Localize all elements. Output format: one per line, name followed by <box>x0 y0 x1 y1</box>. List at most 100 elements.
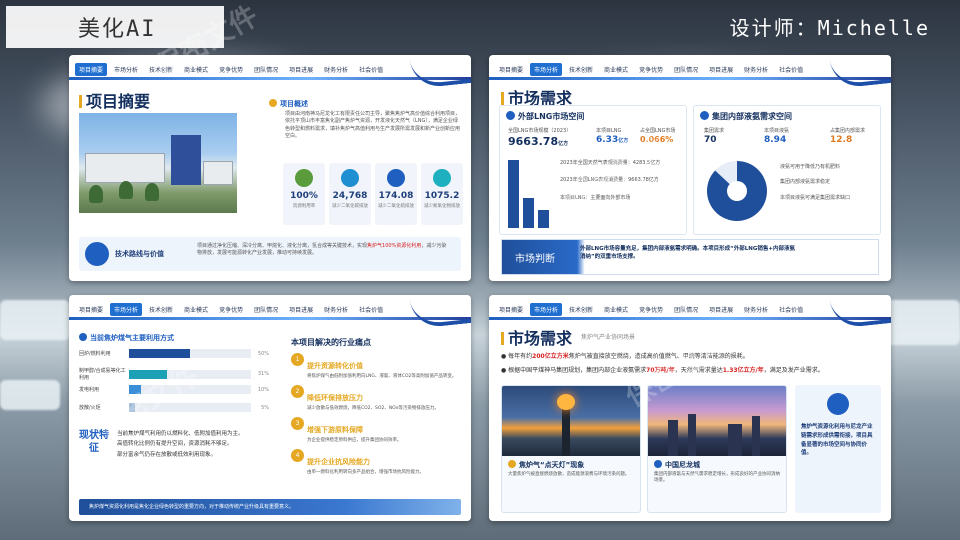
stat-label: 减少二氧化碳排放 <box>332 204 368 209</box>
kpi-label: 占全国LNG市场 <box>640 128 676 134</box>
usage-bar-pct: 31% <box>257 371 269 377</box>
nav-tab[interactable]: 项目进展 <box>705 303 737 316</box>
nav-tab[interactable]: 社会价值 <box>775 303 807 316</box>
nylon-city-photo <box>648 386 786 456</box>
point-text: 每年有约 <box>508 353 533 360</box>
nav-tab[interactable]: 财务分析 <box>740 63 772 76</box>
slide-project-summary[interactable]: 项目摘要 市场分析 技术创新 商业模式 竞争优势 团队情况 项目进展 财务分析 … <box>69 55 471 281</box>
nav-tab[interactable]: 团队情况 <box>250 63 282 76</box>
overview-dot-icon <box>269 99 277 107</box>
nav-tab[interactable]: 社会价值 <box>355 303 387 316</box>
ammonia-notes: 液氨可用于降低乃有机肥料 集团内部液氨需求稳定 本项目液氨可满足集团需求缺口 <box>780 164 876 202</box>
nav-stripe <box>489 317 891 320</box>
iceberg <box>0 300 70 340</box>
lng-kpi-1: 全国LNG市场规模（2023） 9663.78亿方 <box>508 128 571 148</box>
status-point: 高值转化比例仍有提升空间，资源消耗不够足。 <box>117 441 233 448</box>
usage-bar-pct: 5% <box>261 404 269 411</box>
nav-tab-market[interactable]: 市场分析 <box>530 62 563 76</box>
kpi-label: 集团需求 <box>704 128 725 134</box>
flare-stack <box>562 406 570 456</box>
nav-tab[interactable]: 项目摘要 <box>495 303 527 316</box>
lng-card-title-text: 外部LNG市场空间 <box>518 112 585 121</box>
flask-icon <box>700 111 709 120</box>
stat-value: 100% <box>290 191 318 201</box>
kpi-label: 全国LNG市场规模（2023） <box>508 128 572 134</box>
status-point: 部分富余气仍存在放散或低效利用现象。 <box>117 451 217 458</box>
nav-tab[interactable]: 市场分析 <box>110 63 142 76</box>
nav-tab[interactable]: 竞争优势 <box>215 303 247 316</box>
usage-bar-label: 回炉/燃料利用 <box>79 351 111 357</box>
usage-bar-fill <box>129 369 167 379</box>
nav-tab[interactable]: 项目进展 <box>285 303 317 316</box>
corner-decoration <box>409 295 471 330</box>
ammonia-card-title-text: 集团内部液氨需求空间 <box>712 112 792 121</box>
nav-tab[interactable]: 技术创新 <box>565 63 597 76</box>
nav-tab-market[interactable]: 市场分析 <box>530 302 563 316</box>
factory-photo <box>79 113 237 213</box>
issue-item: 1提升资源转化价值 将焦炉煤气由低附加值利用向LNG、液氨、液体CO2等高附加值产… <box>291 353 461 380</box>
slide-title: 市场需求 <box>501 325 572 349</box>
overview-label: 项目概述 <box>269 99 308 109</box>
kpi-label: 本项目LNG <box>596 128 622 134</box>
nav-tab[interactable]: 项目进展 <box>285 63 317 76</box>
issue-item: 4提升企业抗风险能力 由单一燃料化利用转向多产品组合，增强市场抗风险能力。 <box>291 449 461 476</box>
nav-tab[interactable]: 财务分析 <box>320 303 352 316</box>
nav-tab[interactable]: 商业模式 <box>180 303 212 316</box>
banner-label: 市场判断 <box>515 253 555 265</box>
lng-note: 2023年全国天然气表观消费量：4283.5亿方 <box>560 160 661 166</box>
footer-text: 焦炉煤气资源化利用是焦化企业绿色转型的重要方向，对于推动传统产业升级具有重要意义… <box>89 504 295 510</box>
point-highlight: 70万吨/年 <box>646 367 675 374</box>
ammonia-kpi-2: 本项目液氨 8.94 <box>764 128 789 145</box>
nav-tab[interactable]: 竞争优势 <box>635 303 667 316</box>
nav-tab[interactable]: 社会价值 <box>775 63 807 76</box>
nav-tab[interactable]: 团队情况 <box>670 63 702 76</box>
nav-tab[interactable]: 竞争优势 <box>635 63 667 76</box>
nav-tab[interactable]: 商业模式 <box>180 63 212 76</box>
lng-notes: 2023年全国天然气表观消费量：4283.5亿方 2023年全国LNG表观消费量… <box>560 160 684 202</box>
nav-tab[interactable]: 商业模式 <box>600 303 632 316</box>
factory-icon <box>654 460 662 468</box>
nav-tab[interactable]: 技术创新 <box>565 303 597 316</box>
point-highlight: 200亿立方米 <box>532 353 569 360</box>
ammonia-kpi-3: 占集团内部需求 12.8 <box>830 128 865 145</box>
nav-stripe <box>69 317 471 320</box>
ammonia-note: 集团内部液氨需求稳定 <box>780 179 831 186</box>
kpi-value: 6.33亿方 <box>596 135 628 145</box>
slide-market-analysis[interactable]: 项目摘要 市场分析 技术创新 商业模式 竞争优势 团队情况 项目进展 财务分析 … <box>69 295 471 521</box>
usage-bar-row: 发电利用 10% <box>79 385 269 394</box>
status-section: 现状特征 当前焦炉煤气利用仍以燃料化、低附加值利用为主。 高值转化比例仍有提升空… <box>79 425 279 481</box>
usage-bar-pct: 10% <box>257 386 269 393</box>
nav-tab-summary[interactable]: 项目摘要 <box>75 62 108 76</box>
nav-tab[interactable]: 财务分析 <box>320 63 352 76</box>
synergy-side-panel: 焦炉气资源化利用与尼龙产业链需求形成供需衔接，项目具备显著的市场空间与协同价值。 <box>795 385 881 513</box>
nav-tab[interactable]: 团队情况 <box>670 303 702 316</box>
nav-tab[interactable]: 项目进展 <box>705 63 737 76</box>
nav-tab[interactable]: 团队情况 <box>250 303 282 316</box>
nav-tab[interactable]: 项目摘要 <box>495 63 527 76</box>
corner-decoration <box>829 55 891 90</box>
building <box>203 161 233 185</box>
nav-tab[interactable]: 技术创新 <box>145 303 177 316</box>
nav-tab[interactable]: 社会价值 <box>355 63 387 76</box>
nav-tab-market[interactable]: 市场分析 <box>110 302 143 316</box>
tech-route-text: 项目通过净化压缩、深冷分离、甲烷化、液化分离，氢合成等关键技术，实现焦炉气100… <box>197 243 447 258</box>
overview-text: 项目由河南神马尼龙化工有限责任公司主导，聚焦焦炉气高价值综合利用项目，依托平顶山… <box>285 111 461 139</box>
fire-icon <box>508 460 516 468</box>
slide-market-demand[interactable]: 项目摘要 市场分析 技术创新 商业模式 竞争优势 团队情况 项目进展 财务分析 … <box>489 55 891 281</box>
slide-subtitle: 焦炉气产业协同场景 <box>581 334 636 341</box>
kpi-label: 占集团内部需求 <box>830 128 866 134</box>
nav-tab[interactable]: 商业模式 <box>600 63 632 76</box>
usage-bar-track <box>129 385 251 394</box>
building-tower <box>171 135 201 185</box>
nav-tab[interactable]: 技术创新 <box>145 63 177 76</box>
lng-note: 2023年全国LNG表观消费量：9663.78亿方 <box>560 177 659 184</box>
nav-tab[interactable]: 项目摘要 <box>75 303 107 316</box>
lng-kpi-2: 本项目LNG 6.33亿方 <box>596 128 628 145</box>
issue-desc: 将焦炉煤气由低附加值利用向LNG、液氨、液体CO2等高附加值产品转变。 <box>307 374 457 379</box>
nav-tab[interactable]: 竞争优势 <box>215 63 247 76</box>
point-text: ，天然气需求量达 <box>674 367 723 374</box>
slide-market-scenario[interactable]: 项目摘要 市场分析 技术创新 商业模式 竞争优势 团队情况 项目进展 财务分析 … <box>489 295 891 521</box>
nav-tab[interactable]: 财务分析 <box>740 303 772 316</box>
nylon-city-desc: 集团内部液氨与天然气需求稳定增长，形成良好的产业协同消纳场景。 <box>654 472 780 484</box>
flare-caption: 焦炉气“点天灯”现象 <box>508 460 634 470</box>
